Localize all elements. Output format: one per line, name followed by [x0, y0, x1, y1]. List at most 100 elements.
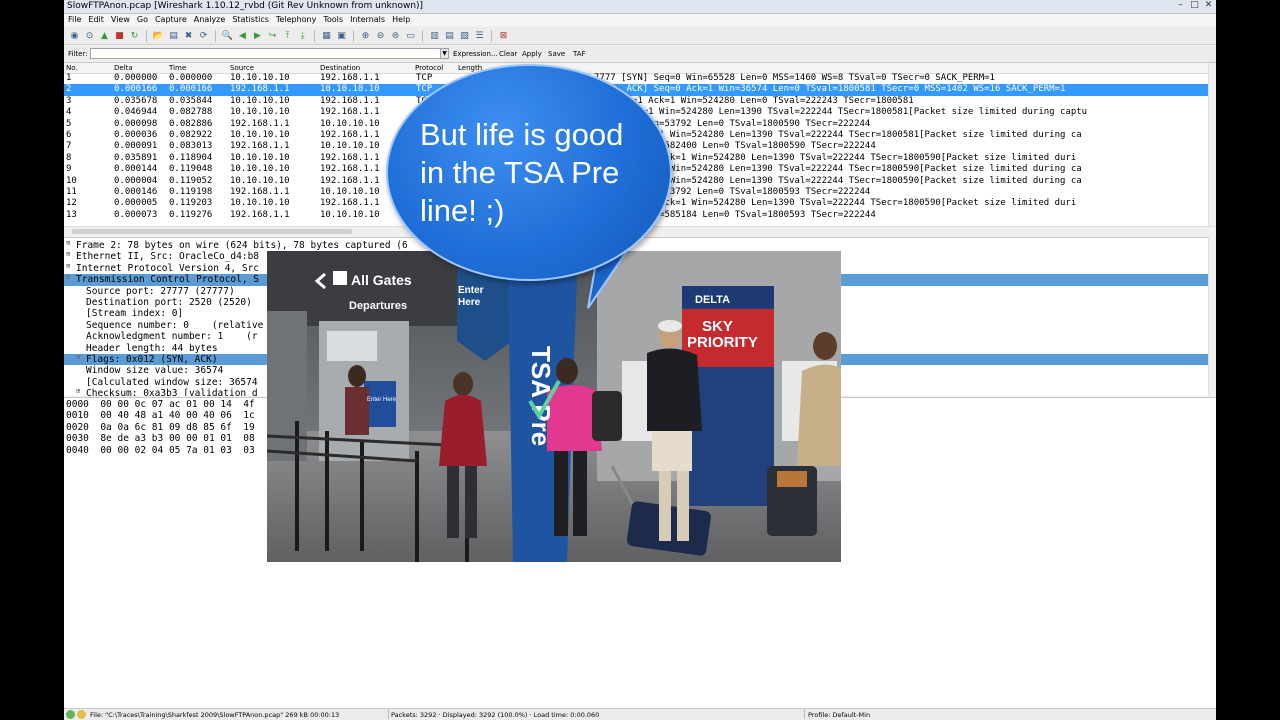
hex-line: 0020 0a 0a 6c 81 09 d8 85 6f 19 [66, 421, 255, 433]
packet-delta: 0.046944 [114, 107, 158, 118]
packet-number: 3 [66, 95, 72, 106]
packet-info: 7777 [SYN] Seq=0 Win=65528 Len=0 MSS=146… [594, 73, 995, 83]
menu-analyze[interactable]: Analyze [194, 14, 226, 26]
first-packet-icon[interactable]: ⤒ [281, 29, 294, 42]
maximize-icon[interactable]: □ [1189, 0, 1200, 11]
menu-tools[interactable]: Tools [323, 14, 343, 26]
column-delta[interactable]: Delta [114, 63, 133, 73]
column-no[interactable]: No. [66, 63, 78, 73]
packet-time: 0.000166 [169, 84, 213, 95]
packet-destination: 192.168.1.1 [320, 107, 380, 118]
column-protocol[interactable]: Protocol [415, 63, 443, 73]
title-bar: SlowFTPAnon.pcap [Wireshark 1.10.12_rvbd… [64, 0, 1216, 14]
packet-number: 7 [66, 141, 72, 152]
last-packet-icon[interactable]: ⤓ [296, 29, 309, 42]
find-packet-icon[interactable]: 🔍 [221, 29, 234, 42]
packet-number: 12 [66, 198, 77, 209]
hex-line: 0010 00 40 48 a1 40 00 40 06 1c [66, 410, 255, 422]
menu-view[interactable]: View [111, 14, 130, 26]
taf-button[interactable]: TAF [573, 46, 586, 62]
menu-capture[interactable]: Capture [155, 14, 187, 26]
resize-columns-icon[interactable]: ▭ [404, 29, 417, 42]
packet-source: 10.10.10.10 [230, 175, 290, 186]
packet-time: 0.118904 [169, 152, 213, 163]
expand-icon[interactable]: ⊞ [66, 262, 73, 270]
go-forward-icon[interactable]: ▶ [251, 29, 264, 42]
save-filter-button[interactable]: Save [548, 46, 565, 62]
sign-departures: Departures [349, 300, 407, 312]
packet-delta: 0.000000 [114, 73, 158, 83]
hex-line: 0040 00 00 02 04 05 7a 01 03 03 [66, 444, 255, 456]
menu-file[interactable]: File [68, 14, 81, 26]
start-capture-icon[interactable]: ▲ [98, 29, 111, 42]
expand-icon[interactable]: ⊞ [66, 251, 73, 258]
zoom-normal-icon[interactable]: ⊜ [389, 29, 402, 42]
packet-number: 1 [66, 73, 72, 83]
open-file-icon[interactable]: 📂 [152, 29, 165, 42]
help-icon[interactable]: ⊠ [497, 29, 510, 42]
zoom-in-icon[interactable]: ⊕ [359, 29, 372, 42]
expand-icon[interactable]: ⊞ [76, 354, 83, 361]
display-filters-icon[interactable]: ▤ [443, 29, 456, 42]
collapse-icon[interactable]: ⊟ [66, 274, 73, 281]
table-row[interactable]: 1 0.000000 0.000000 10.10.10.10 192.168.1.1 T… [64, 73, 1208, 84]
stop-capture-icon[interactable]: ■ [113, 29, 126, 42]
packet-delta: 0.035678 [114, 95, 158, 106]
filter-dropdown-icon[interactable]: ▼ [440, 48, 449, 59]
go-back-icon[interactable]: ◀ [236, 29, 249, 42]
packet-list-scrollbar[interactable] [1208, 63, 1216, 226]
expert-info-icon[interactable] [66, 710, 75, 719]
column-destination[interactable]: Destination [320, 63, 360, 73]
clear-button[interactable]: Clear [499, 46, 517, 62]
window-title: SlowFTPAnon.pcap [Wireshark 1.10.12_rvbd… [67, 1, 424, 11]
column-time[interactable]: Time [169, 63, 186, 73]
packet-source: 10.10.10.10 [230, 198, 290, 209]
table-row[interactable]: 2 0.000166 0.000166 192.168.1.1 10.10.10.10 T… [64, 84, 1208, 96]
packet-delta: 0.035891 [114, 152, 158, 163]
status-profile[interactable]: Profile: Default-Min [808, 709, 870, 720]
close-icon[interactable]: ✕ [1203, 0, 1214, 11]
menu-statistics[interactable]: Statistics [232, 14, 269, 26]
capture-filters-icon[interactable]: ▥ [428, 29, 441, 42]
menu-internals[interactable]: Internals [350, 14, 385, 26]
minimize-icon[interactable]: – [1175, 0, 1186, 11]
packet-time: 0.082886 [169, 118, 213, 129]
packet-time: 0.119203 [169, 198, 213, 209]
autoscroll-icon[interactable]: ▣ [335, 29, 348, 42]
hex-line: 0000 00 00 0c 07 ac 01 00 14 4f [66, 399, 255, 410]
packet-destination: 192.168.1.1 [320, 152, 380, 163]
close-file-icon[interactable]: ✖ [182, 29, 195, 42]
go-to-packet-icon[interactable]: ↪ [266, 29, 279, 42]
packet-time: 0.082788 [169, 107, 213, 118]
interfaces-icon[interactable]: ◉ [68, 29, 81, 42]
details-scrollbar[interactable] [1208, 237, 1216, 395]
packet-delta: 0.000036 [114, 130, 158, 140]
packet-number: 4 [66, 107, 72, 118]
packet-source: 192.168.1.1 [230, 187, 290, 197]
menu-telephony[interactable]: Telephony [276, 14, 316, 26]
apply-button[interactable]: Apply [522, 46, 542, 62]
colorize-icon[interactable]: ▦ [320, 29, 333, 42]
expression-button[interactable]: Expression... [453, 46, 498, 62]
comments-icon[interactable] [77, 710, 86, 719]
menu-go[interactable]: Go [137, 14, 148, 26]
expand-icon[interactable]: ⊞ [76, 388, 83, 395]
zoom-out-icon[interactable]: ⊖ [374, 29, 387, 42]
options-icon[interactable]: ⊙ [83, 29, 96, 42]
packet-time: 0.082922 [169, 130, 213, 140]
preferences-icon[interactable]: ☰ [473, 29, 486, 42]
menu-help[interactable]: Help [392, 14, 410, 26]
expand-icon[interactable]: ⊞ [66, 240, 73, 247]
filter-input[interactable] [90, 48, 444, 59]
restart-capture-icon[interactable]: ↻ [128, 29, 141, 42]
status-file: File: "C:\Traces\Training\Sharkfest 2009… [90, 711, 340, 719]
packet-source: 10.10.10.10 [230, 73, 290, 83]
save-file-icon[interactable]: ▤ [167, 29, 180, 42]
coloring-rules-icon[interactable]: ▧ [458, 29, 471, 42]
packet-source: 192.168.1.1 [230, 118, 290, 129]
column-source[interactable]: Source [230, 63, 254, 73]
packet-time: 0.083013 [169, 141, 213, 152]
filter-label: Filter: [68, 50, 88, 58]
reload-icon[interactable]: ⟳ [197, 29, 210, 42]
menu-edit[interactable]: Edit [88, 14, 104, 26]
